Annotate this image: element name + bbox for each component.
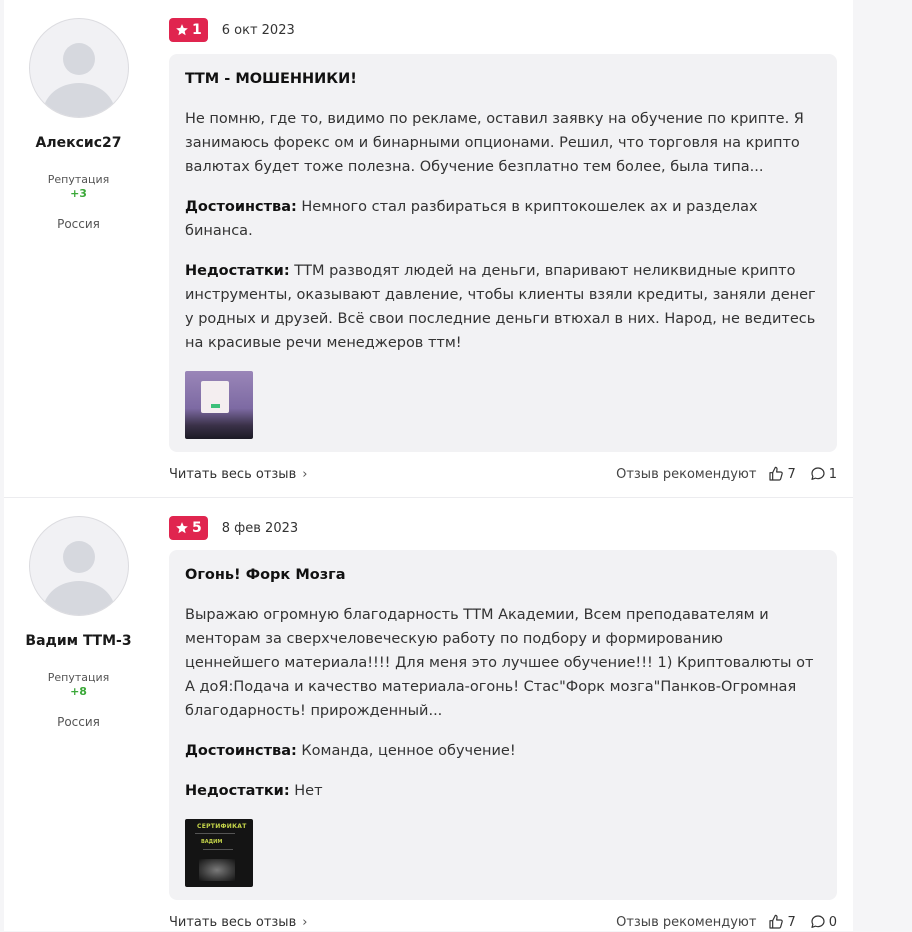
star-icon: [176, 522, 188, 534]
comments-button[interactable]: 1: [810, 466, 837, 482]
avatar-body-shape: [42, 581, 115, 615]
comments-count: 0: [828, 914, 837, 930]
thumbs-up-icon: [769, 466, 784, 481]
certificate-line: [195, 833, 235, 834]
photo-window-shape: [201, 381, 229, 413]
review-title[interactable]: Огонь! Форк Мозга: [185, 566, 821, 584]
comments-button[interactable]: 0: [810, 914, 837, 930]
pros-label: Достоинства:: [185, 743, 297, 759]
review-cons: Недостатки: Нет: [185, 779, 821, 803]
cons-label: Недостатки:: [185, 263, 290, 279]
recommend-label: Отзыв рекомендуют: [616, 466, 757, 482]
certificate-figure: [199, 859, 235, 881]
rating-value: 5: [192, 520, 202, 536]
rating-row: 1 6 окт 2023: [169, 18, 295, 42]
review-photo-thumbnail[interactable]: [185, 371, 253, 439]
review-date: 8 фев 2023: [221, 520, 299, 536]
comment-icon: [811, 915, 825, 928]
rating-badge: 5: [169, 516, 208, 540]
read-more-label: Читать весь отзыв: [169, 466, 297, 482]
likes-count: 7: [787, 914, 796, 930]
review-cons: Недостатки: ТТМ разводят людей на деньги…: [185, 259, 821, 355]
avatar-head-shape: [62, 43, 95, 75]
certificate-line: [203, 849, 233, 850]
review-footer: Читать весь отзыв › Отзыв рекомендуют 7 …: [169, 912, 837, 932]
read-more-label: Читать весь отзыв: [169, 914, 297, 930]
review-pros: Достоинства: Команда, ценное обучение!: [185, 739, 821, 763]
like-button[interactable]: 7: [768, 914, 796, 930]
rating-value: 1: [192, 22, 202, 38]
thumbs-up-icon: [769, 914, 784, 929]
review-footer: Читать весь отзыв › Отзыв рекомендуют 7 …: [169, 464, 837, 484]
reputation-label: Репутация: [47, 173, 110, 186]
review-title[interactable]: ТТМ - МОШЕННИКИ!: [185, 70, 821, 88]
comment-icon: [811, 467, 825, 480]
reputation-value: +3: [70, 187, 87, 200]
read-more-link[interactable]: Читать весь отзыв ›: [169, 915, 307, 930]
reputation-label: Репутация: [47, 671, 110, 684]
review-item: Алексис27 Репутация +3 Россия 1 6 окт 20…: [4, 0, 853, 497]
review-pros: Достоинства: Немного стал разбираться в …: [185, 195, 821, 243]
reputation-value: +8: [70, 685, 87, 698]
photo-button-shape: [211, 404, 220, 408]
review-date: 6 окт 2023: [221, 22, 295, 38]
read-more-link[interactable]: Читать весь отзыв ›: [169, 467, 307, 482]
cons-label: Недостатки:: [185, 783, 290, 799]
avatar[interactable]: [28, 516, 129, 616]
cons-text: Нет: [289, 783, 323, 799]
review-text: Выражаю огромную благодарность ТТМ Акаде…: [185, 607, 814, 719]
author-country: Россия: [57, 217, 100, 231]
review-author: Вадим ТТМ-3 Репутация +8 Россия: [4, 516, 153, 729]
chevron-right-icon: ›: [302, 466, 308, 482]
rating-badge: 1: [169, 18, 208, 42]
recommend-label: Отзыв рекомендуют: [616, 914, 757, 930]
review-card: Огонь! Форк Мозга Выражаю огромную благо…: [169, 550, 837, 900]
chevron-right-icon: ›: [302, 914, 308, 930]
review-item: Вадим ТТМ-3 Репутация +8 Россия 5 8 фев …: [4, 498, 853, 931]
pros-label: Достоинства:: [185, 199, 297, 215]
review-card: ТТМ - МОШЕННИКИ! Не помню, где то, видим…: [169, 54, 837, 452]
avatar-body-shape: [42, 83, 115, 117]
rating-row: 5 8 фев 2023: [169, 516, 298, 540]
pros-text: Команда, ценное обучение!: [296, 743, 516, 759]
review-author: Алексис27 Репутация +3 Россия: [4, 18, 153, 231]
review-text: Не помню, где то, видимо по рекламе, ост…: [185, 111, 804, 175]
author-country: Россия: [57, 715, 100, 729]
avatar[interactable]: [28, 18, 129, 118]
review-photo-thumbnail[interactable]: СЕРТИФИКАТ ВАДИМ: [185, 819, 253, 887]
comments-count: 1: [828, 466, 837, 482]
certificate-title: СЕРТИФИКАТ: [197, 823, 247, 830]
reviews-feed: Алексис27 Репутация +3 Россия 1 6 окт 20…: [4, 0, 853, 931]
author-name[interactable]: Алексис27: [4, 135, 153, 151]
certificate-name: ВАДИМ: [201, 839, 223, 845]
author-name[interactable]: Вадим ТТМ-3: [4, 633, 153, 649]
avatar-head-shape: [62, 541, 95, 573]
like-button[interactable]: 7: [768, 466, 796, 482]
likes-count: 7: [787, 466, 796, 482]
star-icon: [176, 24, 188, 36]
